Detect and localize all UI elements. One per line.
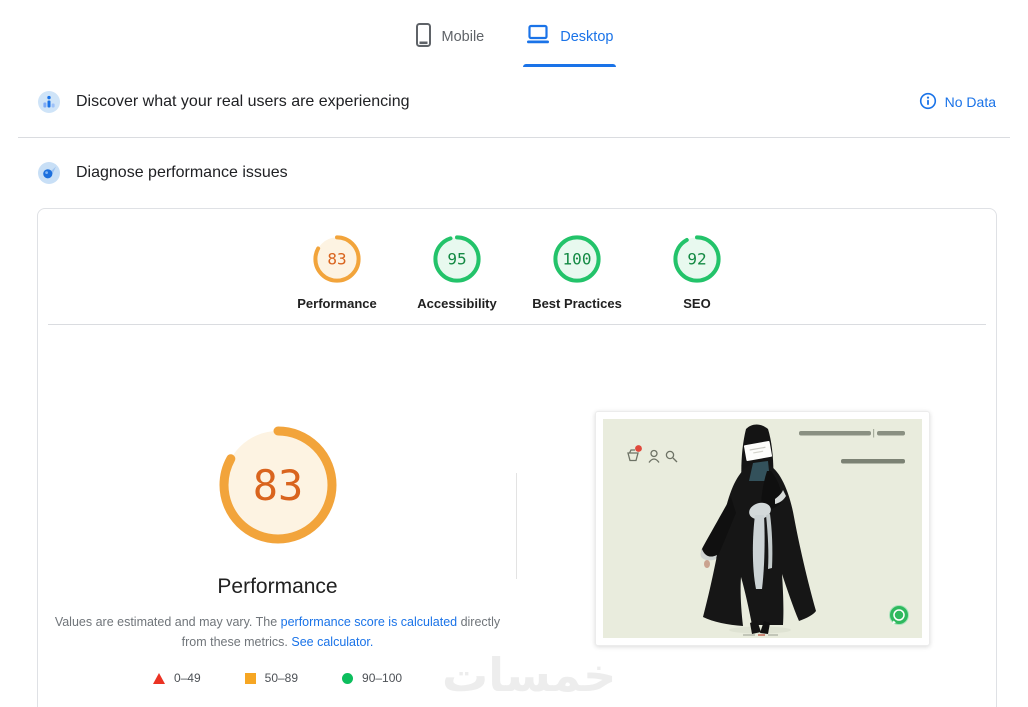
gauge-performance-icon: 83 — [313, 235, 361, 283]
device-tabs: Mobile Desktop — [0, 0, 1028, 67]
category-gauge-accessibility[interactable]: 95 Accessibility — [397, 235, 517, 311]
thumb-footer-text — [743, 634, 778, 636]
disclaimer-text: Values are estimated and may vary. The — [54, 615, 281, 629]
legend-average-range: 50–89 — [244, 671, 299, 685]
svg-text:83: 83 — [327, 250, 346, 269]
score-disclaimer: Values are estimated and may vary. The p… — [53, 612, 503, 652]
tab-desktop[interactable]: Desktop — [523, 24, 617, 67]
site-screenshot-thumbnail[interactable] — [595, 411, 930, 646]
field-data-row: Discover what your real users are experi… — [0, 67, 1028, 137]
performance-score-gauge: 83 — [218, 425, 338, 550]
tab-mobile-label: Mobile — [441, 29, 485, 45]
gauge-best-practices-icon: 100 — [553, 235, 601, 283]
lab-data-title: Diagnose performance issues — [76, 164, 288, 181]
legend-range-label: 50–89 — [264, 671, 299, 685]
info-icon — [919, 92, 937, 113]
whatsapp-icon — [889, 605, 909, 625]
svg-text:92: 92 — [687, 250, 706, 269]
score-legend: 0–49 50–89 90–100 — [152, 671, 402, 685]
legend-fail-range: 0–49 — [152, 671, 201, 685]
category-label: Performance — [297, 296, 377, 311]
gauge-seo-icon: 92 — [673, 235, 721, 283]
site-screenshot-image — [603, 419, 922, 638]
category-label: SEO — [683, 296, 711, 311]
column-divider — [516, 473, 517, 579]
thumb-cart-badge — [635, 445, 642, 452]
tab-mobile[interactable]: Mobile — [412, 23, 488, 67]
tab-desktop-label: Desktop — [560, 29, 614, 45]
fail-triangle-icon — [152, 672, 165, 684]
category-gauge-best-practices[interactable]: 100 Best Practices — [517, 235, 637, 311]
performance-title: Performance — [217, 575, 338, 598]
gauge-accessibility-icon: 95 — [433, 235, 481, 283]
khamsat-watermark: خمسات — [442, 648, 617, 702]
field-data-title: Discover what your real users are experi… — [76, 93, 410, 110]
good-circle-icon — [342, 672, 354, 684]
score-calc-link[interactable]: performance score is calculated — [281, 615, 457, 629]
category-gauge-seo[interactable]: 92 SEO — [637, 235, 757, 311]
average-square-icon — [244, 672, 256, 684]
legend-good-range: 90–100 — [342, 671, 402, 685]
svg-text:100: 100 — [563, 250, 592, 269]
svg-text:95: 95 — [447, 250, 466, 269]
category-label: Accessibility — [417, 296, 497, 311]
no-data-link[interactable]: No Data — [919, 92, 1028, 113]
performance-gauge-icon: 83 — [219, 426, 336, 544]
category-scores-row: 83 Performance 95 Accessibility 100 Best… — [38, 209, 996, 311]
performance-summary-column: 83 Performance Values are estimated and … — [38, 325, 517, 685]
lab-data-row: Diagnose performance issues — [0, 138, 1028, 208]
lighthouse-beacon-icon — [38, 162, 60, 184]
legend-range-label: 90–100 — [362, 671, 403, 685]
svg-text:83: 83 — [252, 461, 303, 510]
legend-range-label: 0–49 — [173, 671, 201, 685]
lighthouse-report-card: 83 Performance 95 Accessibility 100 Best… — [37, 208, 997, 707]
mobile-phone-icon — [415, 22, 432, 52]
category-label: Best Practices — [532, 296, 622, 311]
no-data-label: No Data — [944, 94, 996, 110]
desktop-laptop-icon — [526, 24, 550, 50]
see-calculator-link[interactable]: See calculator. — [291, 635, 373, 649]
category-gauge-performance[interactable]: 83 Performance — [277, 235, 397, 311]
real-users-icon — [38, 91, 60, 113]
